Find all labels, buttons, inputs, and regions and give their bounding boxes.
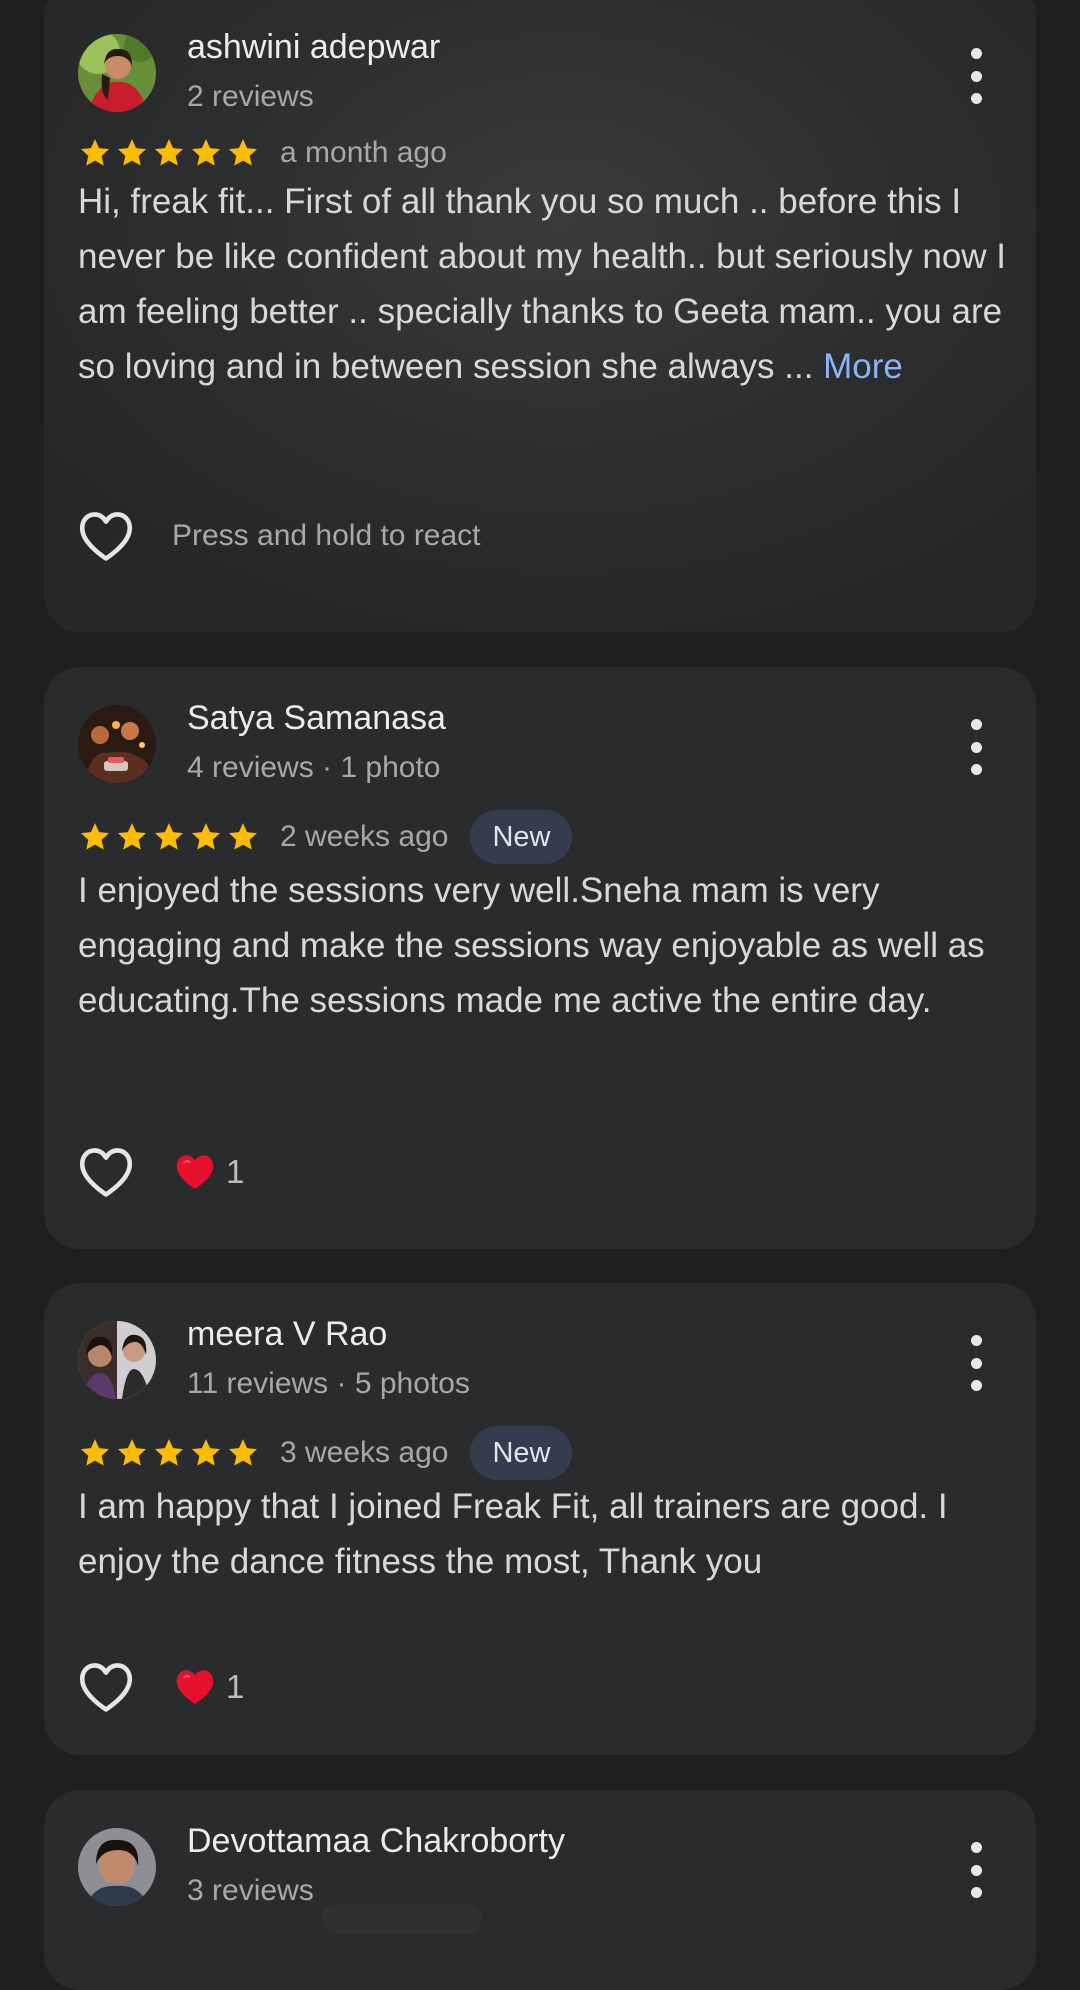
review-time: 3 weeks ago xyxy=(280,1436,449,1469)
star-icon xyxy=(115,820,149,854)
reviewer-name[interactable]: ashwini adepwar xyxy=(187,28,440,67)
rating-row: 2 weeks ago New xyxy=(78,809,573,865)
star-icon xyxy=(189,820,223,854)
more-options-icon[interactable] xyxy=(964,1842,988,1898)
reaction-count: 1 xyxy=(226,1153,245,1190)
star-icon xyxy=(226,820,260,854)
review-card: Satya Samanasa 4 reviews · 1 photo 2 wee… xyxy=(44,667,1036,1249)
reaction-summary[interactable]: 1 xyxy=(174,1668,244,1706)
reviewer-name[interactable]: Satya Samanasa xyxy=(187,699,446,738)
react-hint: Press and hold to react xyxy=(172,519,481,552)
more-link[interactable]: More xyxy=(823,347,903,386)
star-icon xyxy=(152,820,186,854)
star-icon xyxy=(115,136,149,170)
review-card: meera V Rao 11 reviews · 5 photos 3 week… xyxy=(44,1283,1036,1755)
star-icon xyxy=(189,1436,223,1470)
review-time: a month ago xyxy=(280,136,447,169)
reviewer-stats: 2 reviews xyxy=(187,80,314,113)
reviewer-name[interactable]: Devottamaa Chakroborty xyxy=(187,1822,565,1861)
reaction-summary[interactable]: 1 xyxy=(174,1153,244,1191)
star-icon xyxy=(152,1436,186,1470)
review-text: I am happy that I joined Freak Fit, all … xyxy=(78,1487,948,1581)
reviewer-stats: 3 reviews xyxy=(187,1874,314,1907)
star-icon xyxy=(78,136,112,170)
avatar[interactable] xyxy=(78,705,156,783)
star-rating xyxy=(78,1436,260,1470)
star-icon xyxy=(78,1436,112,1470)
more-options-icon[interactable] xyxy=(964,719,988,775)
reviewer-stats: 4 reviews · 1 photo xyxy=(187,751,441,784)
avatar[interactable] xyxy=(78,1321,156,1399)
reaction-row: 1 xyxy=(78,1142,244,1202)
star-icon xyxy=(115,1436,149,1470)
review-card: Devottamaa Chakroborty 3 reviews xyxy=(44,1790,1036,1990)
new-badge: New xyxy=(470,810,573,864)
star-icon xyxy=(189,136,223,170)
reviewer-stats: 11 reviews · 5 photos xyxy=(187,1367,470,1400)
rating-row: 3 weeks ago New xyxy=(78,1425,573,1481)
star-icon xyxy=(226,136,260,170)
new-badge: New xyxy=(470,1426,573,1480)
reaction-row: Press and hold to react xyxy=(78,506,481,566)
review-card: ashwini adepwar 2 reviews a month ago Hi… xyxy=(44,0,1036,632)
more-options-icon[interactable] xyxy=(964,48,988,104)
review-text: Hi, freak fit... First of all thank you … xyxy=(78,174,1008,394)
star-icon xyxy=(152,136,186,170)
star-icon xyxy=(78,820,112,854)
star-icon xyxy=(226,1436,260,1470)
avatar[interactable] xyxy=(78,34,156,112)
bottom-sheet-handle[interactable] xyxy=(322,1904,482,1934)
review-time: 2 weeks ago xyxy=(280,820,449,853)
reaction-count: 1 xyxy=(226,1668,245,1705)
heart-outline-icon[interactable] xyxy=(78,1661,134,1713)
reviewer-name[interactable]: meera V Rao xyxy=(187,1315,387,1354)
heart-outline-icon[interactable] xyxy=(78,1146,134,1198)
reaction-row: 1 xyxy=(78,1657,244,1717)
review-text: I enjoyed the sessions very well.Sneha m… xyxy=(78,871,985,1020)
more-options-icon[interactable] xyxy=(964,1335,988,1391)
rating-row: a month ago xyxy=(78,125,447,181)
star-rating xyxy=(78,820,260,854)
star-rating xyxy=(78,136,260,170)
heart-outline-icon[interactable] xyxy=(78,510,134,562)
avatar[interactable] xyxy=(78,1828,156,1906)
red-heart-icon xyxy=(174,1153,216,1191)
red-heart-icon xyxy=(174,1668,216,1706)
